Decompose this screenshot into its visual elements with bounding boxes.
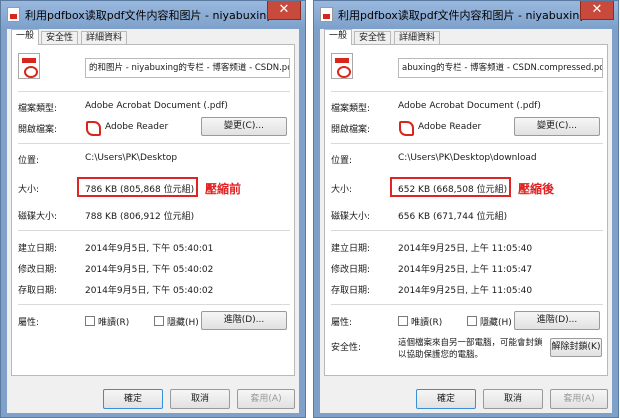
tab-details[interactable]: 詳細資料: [81, 31, 128, 45]
hidden-label: 隱藏(H): [167, 318, 199, 328]
disk-size-label: 磁碟大小:: [18, 212, 58, 222]
dialog-body: 一般 安全性 詳細資料 abuxing的专栏 - 博客频道 - CSDN.com…: [320, 29, 612, 413]
dialog-body: 一般 安全性 詳細資料 的和图片 - niyabuxing的专栏 - 博客频道 …: [7, 29, 299, 413]
divider: [18, 143, 290, 144]
change-button[interactable]: 變更(C)...: [514, 117, 600, 136]
modified-label: 修改日期:: [331, 265, 371, 275]
file-type-label: 檔案類型:: [18, 104, 58, 114]
accessed-label: 存取日期:: [18, 286, 58, 296]
open-with-app: Adobe Reader: [418, 122, 482, 132]
tab-security[interactable]: 安全性: [41, 31, 79, 45]
cancel-button[interactable]: 取消: [483, 389, 543, 409]
readonly-checkbox[interactable]: [85, 316, 95, 326]
pdf-document-icon: [18, 53, 40, 79]
unblock-button[interactable]: 解除封鎖(K): [550, 338, 602, 357]
title-bar[interactable]: 利用pdfbox读取pdf文件内容和图片 - niyabuxing的... ✕: [314, 1, 618, 27]
file-type-label: 檔案類型:: [331, 104, 371, 114]
tab-security[interactable]: 安全性: [354, 31, 392, 45]
disk-size-label: 磁碟大小:: [331, 212, 371, 222]
divider: [331, 304, 603, 305]
readonly-label: 唯讀(R): [98, 318, 130, 328]
location-value: C:\Users\PK\Desktop: [85, 153, 178, 163]
filename-field[interactable]: abuxing的专栏 - 博客频道 - CSDN.compressed.pdf: [398, 58, 603, 78]
apply-button[interactable]: 套用(A): [550, 389, 608, 409]
properties-window-after: 利用pdfbox读取pdf文件内容和图片 - niyabuxing的... ✕ …: [313, 0, 619, 418]
divider: [18, 91, 290, 92]
hidden-label: 隱藏(H): [480, 318, 512, 328]
open-with-app: Adobe Reader: [105, 122, 169, 132]
adobe-reader-icon: [85, 120, 101, 136]
open-with-label: 開啟檔案:: [331, 125, 371, 135]
created-value: 2014年9月25日, 上午 11:05:40: [398, 244, 533, 254]
general-panel: abuxing的专栏 - 博客频道 - CSDN.compressed.pdf …: [324, 44, 608, 376]
size-label: 大小:: [331, 185, 353, 195]
window-title: 利用pdfbox读取pdf文件内容和图片 - niyabuxing的...: [338, 9, 582, 22]
filename-field[interactable]: 的和图片 - niyabuxing的专栏 - 博客频道 - CSDN.pdf: [85, 58, 290, 78]
created-value: 2014年9月5日, 下午 05:40:01: [85, 244, 214, 254]
divider: [331, 91, 603, 92]
file-type-value: Adobe Acrobat Document (.pdf): [85, 101, 228, 111]
disk-size-value: 788 KB (806,912 位元組): [85, 212, 195, 222]
general-panel: 的和图片 - niyabuxing的专栏 - 博客频道 - CSDN.pdf 檔…: [11, 44, 295, 376]
security-label: 安全性:: [331, 343, 362, 353]
title-bar[interactable]: 利用pdfbox读取pdf文件内容和图片 - niyabuxing的... ✕: [1, 1, 305, 27]
cancel-button[interactable]: 取消: [170, 389, 230, 409]
accessed-label: 存取日期:: [331, 286, 371, 296]
hidden-checkbox[interactable]: [154, 316, 164, 326]
advanced-button[interactable]: 進階(D)...: [514, 311, 600, 330]
close-button[interactable]: ✕: [580, 1, 614, 20]
attributes-label: 屬性:: [331, 318, 353, 328]
divider: [18, 230, 290, 231]
location-value: C:\Users\PK\Desktop\download: [398, 153, 537, 163]
pdf-file-icon: [7, 7, 20, 22]
divider: [331, 143, 603, 144]
properties-window-before: 利用pdfbox读取pdf文件内容和图片 - niyabuxing的... ✕ …: [0, 0, 306, 418]
modified-label: 修改日期:: [18, 265, 58, 275]
pdf-file-icon: [320, 7, 333, 22]
divider: [18, 304, 290, 305]
disk-size-value: 656 KB (671,744 位元組): [398, 212, 508, 222]
advanced-button[interactable]: 進階(D)...: [201, 311, 287, 330]
window-title: 利用pdfbox读取pdf文件内容和图片 - niyabuxing的...: [25, 9, 269, 22]
modified-value: 2014年9月5日, 下午 05:40:02: [85, 265, 214, 275]
accessed-value: 2014年9月25日, 上午 11:05:40: [398, 286, 533, 296]
tab-general[interactable]: 一般: [11, 29, 40, 45]
after-compression-annotation: 壓縮後: [518, 182, 555, 196]
size-highlight-box: [390, 177, 511, 197]
open-with-label: 開啟檔案:: [18, 125, 58, 135]
ok-button[interactable]: 確定: [103, 389, 163, 409]
hidden-checkbox[interactable]: [467, 316, 477, 326]
readonly-checkbox[interactable]: [398, 316, 408, 326]
pdf-document-icon: [331, 53, 353, 79]
attributes-label: 屬性:: [18, 318, 40, 328]
location-label: 位置:: [18, 156, 40, 166]
close-button[interactable]: ✕: [267, 1, 301, 20]
accessed-value: 2014年9月5日, 下午 05:40:02: [85, 286, 214, 296]
modified-value: 2014年9月25日, 上午 11:05:47: [398, 265, 533, 275]
size-highlight-box: [77, 177, 198, 197]
created-label: 建立日期:: [18, 244, 58, 254]
apply-button[interactable]: 套用(A): [237, 389, 295, 409]
ok-button[interactable]: 確定: [416, 389, 476, 409]
security-warning-text: 這個檔案來自另一部電腦，可能會封鎖以協助保護您的電腦。: [398, 338, 543, 360]
adobe-reader-icon: [398, 120, 414, 136]
before-compression-annotation: 壓縮前: [205, 182, 242, 196]
created-label: 建立日期:: [331, 244, 371, 254]
tab-details[interactable]: 詳細資料: [394, 31, 441, 45]
file-type-value: Adobe Acrobat Document (.pdf): [398, 101, 541, 111]
change-button[interactable]: 變更(C)...: [201, 117, 287, 136]
readonly-label: 唯讀(R): [411, 318, 443, 328]
location-label: 位置:: [331, 156, 353, 166]
tab-general[interactable]: 一般: [324, 29, 353, 45]
size-label: 大小:: [18, 185, 40, 195]
divider: [331, 230, 603, 231]
